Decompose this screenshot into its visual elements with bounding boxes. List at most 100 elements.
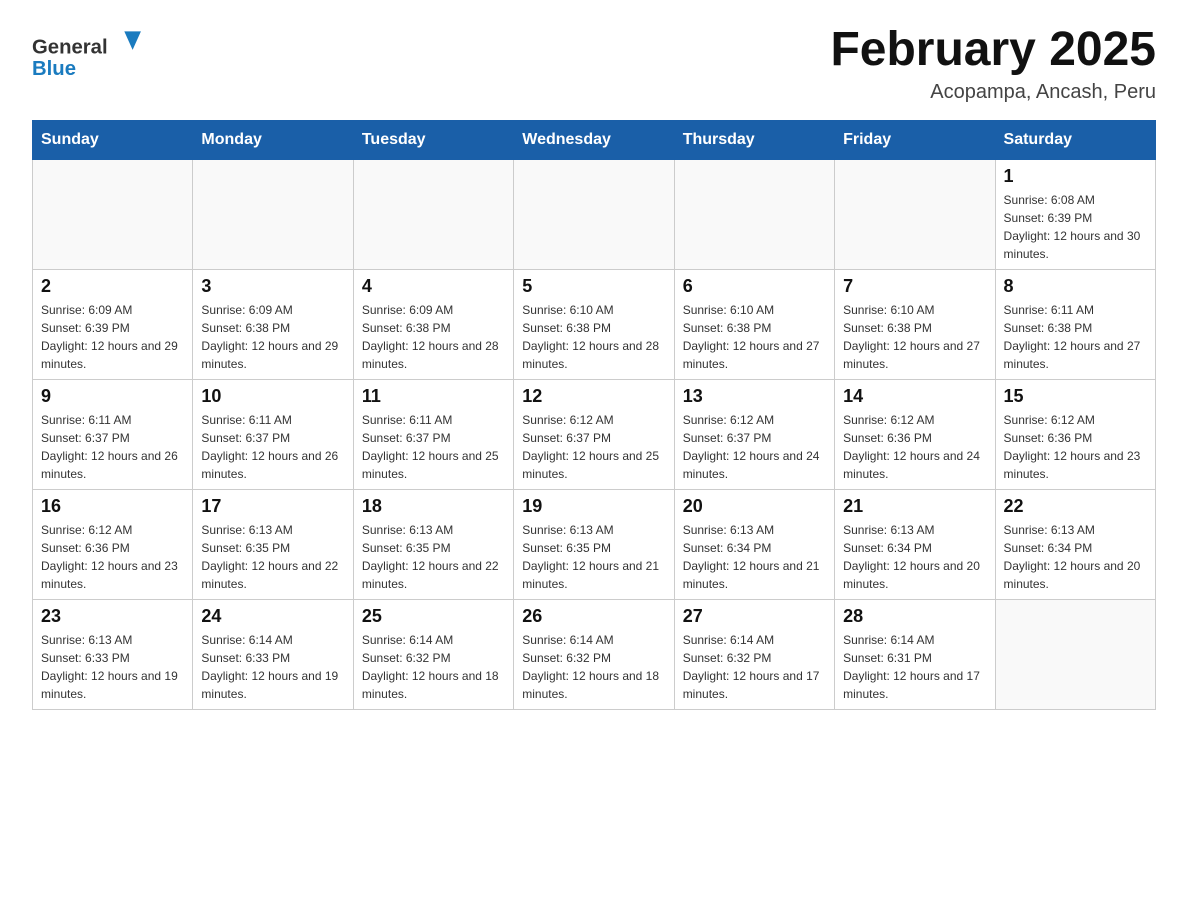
calendar-cell: 10 Sunrise: 6:11 AMSunset: 6:37 PMDayligh… <box>193 379 353 489</box>
calendar-cell <box>835 159 995 269</box>
day-info: Sunrise: 6:12 AMSunset: 6:36 PMDaylight:… <box>41 521 184 593</box>
day-info: Sunrise: 6:13 AMSunset: 6:34 PMDaylight:… <box>683 521 826 593</box>
day-info: Sunrise: 6:11 AMSunset: 6:37 PMDaylight:… <box>362 411 505 483</box>
svg-text:Blue: Blue <box>32 58 76 80</box>
day-info: Sunrise: 6:14 AMSunset: 6:32 PMDaylight:… <box>362 631 505 703</box>
day-number: 22 <box>1004 496 1147 517</box>
day-info: Sunrise: 6:10 AMSunset: 6:38 PMDaylight:… <box>683 301 826 373</box>
day-info: Sunrise: 6:14 AMSunset: 6:31 PMDaylight:… <box>843 631 986 703</box>
calendar-table: SundayMondayTuesdayWednesdayThursdayFrid… <box>32 120 1156 710</box>
day-number: 15 <box>1004 386 1147 407</box>
day-number: 20 <box>683 496 826 517</box>
day-info: Sunrise: 6:12 AMSunset: 6:37 PMDaylight:… <box>522 411 665 483</box>
calendar-cell <box>353 159 513 269</box>
calendar-cell: 2 Sunrise: 6:09 AMSunset: 6:39 PMDaylight… <box>33 269 193 379</box>
calendar-cell: 21Sunrise: 6:13 AMSunset: 6:34 PMDayligh… <box>835 489 995 599</box>
calendar-cell: 19 Sunrise: 6:13 AMSunset: 6:35 PMDayligh… <box>514 489 674 599</box>
day-number: 7 <box>843 276 986 297</box>
day-number: 1 <box>1004 166 1147 187</box>
calendar-cell <box>514 159 674 269</box>
logo: General Blue <box>32 24 152 84</box>
calendar-day-header: Wednesday <box>514 120 674 159</box>
calendar-cell: 16 Sunrise: 6:12 AMSunset: 6:36 PMDayligh… <box>33 489 193 599</box>
calendar-cell: 6 Sunrise: 6:10 AMSunset: 6:38 PMDaylight… <box>674 269 834 379</box>
calendar-cell: 25Sunrise: 6:14 AMSunset: 6:32 PMDayligh… <box>353 599 513 709</box>
calendar-cell: 14 Sunrise: 6:12 AMSunset: 6:36 PMDayligh… <box>835 379 995 489</box>
day-number: 18 <box>362 496 505 517</box>
day-info: Sunrise: 6:13 AMSunset: 6:35 PMDaylight:… <box>362 521 505 593</box>
location-title: Acopampa, Ancash, Peru <box>830 81 1156 104</box>
day-number: 2 <box>41 276 184 297</box>
calendar-week-row: 2 Sunrise: 6:09 AMSunset: 6:39 PMDaylight… <box>33 269 1156 379</box>
calendar-header-row: SundayMondayTuesdayWednesdayThursdayFrid… <box>33 120 1156 159</box>
day-info: Sunrise: 6:11 AMSunset: 6:38 PMDaylight:… <box>1004 301 1147 373</box>
calendar-cell: 15 Sunrise: 6:12 AMSunset: 6:36 PMDayligh… <box>995 379 1155 489</box>
calendar-cell: 18 Sunrise: 6:13 AMSunset: 6:35 PMDayligh… <box>353 489 513 599</box>
day-number: 26 <box>522 606 665 627</box>
day-info: Sunrise: 6:08 AMSunset: 6:39 PMDaylight:… <box>1004 191 1147 263</box>
calendar-day-header: Friday <box>835 120 995 159</box>
day-info: Sunrise: 6:13 AMSunset: 6:34 PMDaylight:… <box>1004 521 1147 593</box>
day-info: Sunrise: 6:14 AMSunset: 6:32 PMDaylight:… <box>683 631 826 703</box>
calendar-cell: 3Sunrise: 6:09 AMSunset: 6:38 PMDaylight… <box>193 269 353 379</box>
calendar-cell <box>193 159 353 269</box>
calendar-week-row: 16 Sunrise: 6:12 AMSunset: 6:36 PMDayligh… <box>33 489 1156 599</box>
calendar-day-header: Tuesday <box>353 120 513 159</box>
calendar-cell: 17 Sunrise: 6:13 AMSunset: 6:35 PMDayligh… <box>193 489 353 599</box>
calendar-cell: 4Sunrise: 6:09 AMSunset: 6:38 PMDaylight… <box>353 269 513 379</box>
day-info: Sunrise: 6:11 AMSunset: 6:37 PMDaylight:… <box>41 411 184 483</box>
day-info: Sunrise: 6:10 AMSunset: 6:38 PMDaylight:… <box>522 301 665 373</box>
calendar-cell: 9 Sunrise: 6:11 AMSunset: 6:37 PMDaylight… <box>33 379 193 489</box>
calendar-cell: 13Sunrise: 6:12 AMSunset: 6:37 PMDayligh… <box>674 379 834 489</box>
logo-svg: General Blue <box>32 24 152 84</box>
calendar-day-header: Saturday <box>995 120 1155 159</box>
day-number: 4 <box>362 276 505 297</box>
calendar-week-row: 9 Sunrise: 6:11 AMSunset: 6:37 PMDaylight… <box>33 379 1156 489</box>
calendar-cell <box>33 159 193 269</box>
day-info: Sunrise: 6:12 AMSunset: 6:36 PMDaylight:… <box>843 411 986 483</box>
calendar-cell: 1 Sunrise: 6:08 AMSunset: 6:39 PMDaylight… <box>995 159 1155 269</box>
day-number: 28 <box>843 606 986 627</box>
day-number: 5 <box>522 276 665 297</box>
day-info: Sunrise: 6:12 AMSunset: 6:37 PMDaylight:… <box>683 411 826 483</box>
calendar-cell: 20 Sunrise: 6:13 AMSunset: 6:34 PMDayligh… <box>674 489 834 599</box>
svg-text:General: General <box>32 37 108 59</box>
calendar-cell: 11 Sunrise: 6:11 AMSunset: 6:37 PMDayligh… <box>353 379 513 489</box>
day-number: 14 <box>843 386 986 407</box>
day-number: 12 <box>522 386 665 407</box>
day-info: Sunrise: 6:11 AMSunset: 6:37 PMDaylight:… <box>201 411 344 483</box>
calendar-cell: 8 Sunrise: 6:11 AMSunset: 6:38 PMDaylight… <box>995 269 1155 379</box>
month-title: February 2025 <box>830 24 1156 77</box>
day-number: 8 <box>1004 276 1147 297</box>
calendar-day-header: Monday <box>193 120 353 159</box>
calendar-cell: 27Sunrise: 6:14 AMSunset: 6:32 PMDayligh… <box>674 599 834 709</box>
calendar-day-header: Thursday <box>674 120 834 159</box>
day-info: Sunrise: 6:13 AMSunset: 6:34 PMDaylight:… <box>843 521 986 593</box>
calendar-cell: 5 Sunrise: 6:10 AMSunset: 6:38 PMDaylight… <box>514 269 674 379</box>
day-info: Sunrise: 6:14 AMSunset: 6:33 PMDaylight:… <box>201 631 344 703</box>
day-number: 24 <box>201 606 344 627</box>
calendar-cell: 23 Sunrise: 6:13 AMSunset: 6:33 PMDayligh… <box>33 599 193 709</box>
day-number: 23 <box>41 606 184 627</box>
day-number: 10 <box>201 386 344 407</box>
calendar-cell: 28 Sunrise: 6:14 AMSunset: 6:31 PMDayligh… <box>835 599 995 709</box>
calendar-day-header: Sunday <box>33 120 193 159</box>
page-header: General Blue February 2025 Acopampa, Anc… <box>32 24 1156 104</box>
calendar-cell: 24 Sunrise: 6:14 AMSunset: 6:33 PMDayligh… <box>193 599 353 709</box>
day-number: 17 <box>201 496 344 517</box>
calendar-week-row: 23 Sunrise: 6:13 AMSunset: 6:33 PMDayligh… <box>33 599 1156 709</box>
day-info: Sunrise: 6:13 AMSunset: 6:33 PMDaylight:… <box>41 631 184 703</box>
day-info: Sunrise: 6:14 AMSunset: 6:32 PMDaylight:… <box>522 631 665 703</box>
day-number: 11 <box>362 386 505 407</box>
day-number: 6 <box>683 276 826 297</box>
day-info: Sunrise: 6:09 AMSunset: 6:39 PMDaylight:… <box>41 301 184 373</box>
calendar-cell <box>674 159 834 269</box>
day-info: Sunrise: 6:09 AMSunset: 6:38 PMDaylight:… <box>201 301 344 373</box>
day-number: 9 <box>41 386 184 407</box>
day-info: Sunrise: 6:12 AMSunset: 6:36 PMDaylight:… <box>1004 411 1147 483</box>
day-info: Sunrise: 6:13 AMSunset: 6:35 PMDaylight:… <box>201 521 344 593</box>
calendar-week-row: 1 Sunrise: 6:08 AMSunset: 6:39 PMDaylight… <box>33 159 1156 269</box>
day-number: 19 <box>522 496 665 517</box>
day-number: 16 <box>41 496 184 517</box>
day-info: Sunrise: 6:13 AMSunset: 6:35 PMDaylight:… <box>522 521 665 593</box>
